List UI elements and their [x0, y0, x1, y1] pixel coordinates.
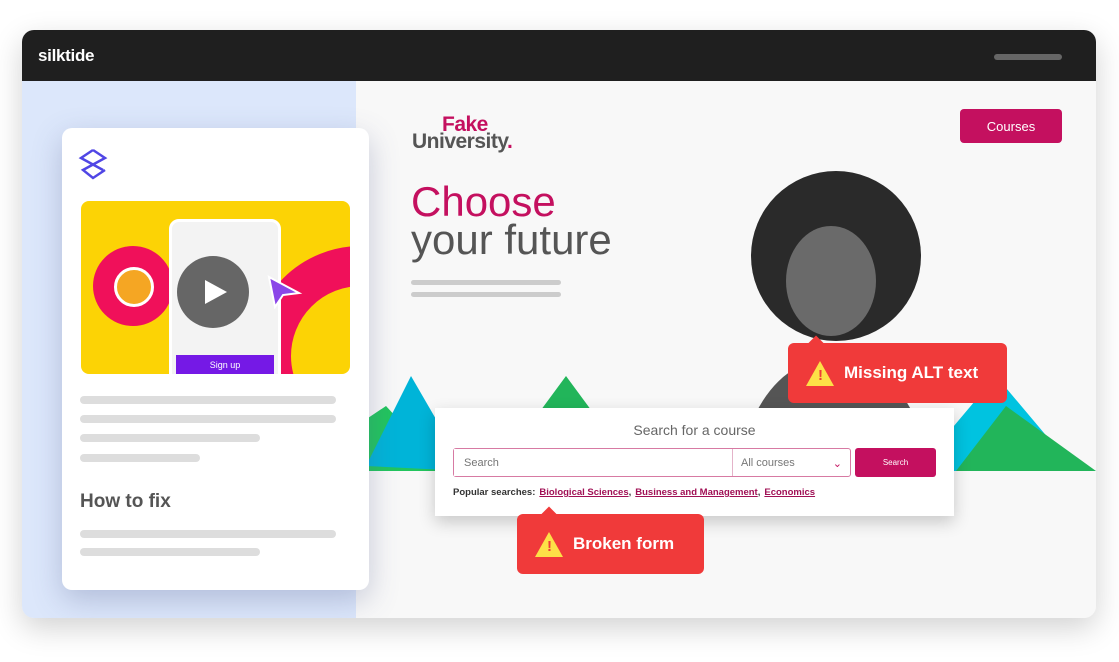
course-search-panel: Search for a course All courses⌄ Search … — [435, 408, 954, 516]
address-bar-placeholder — [994, 54, 1062, 60]
select-value: All courses — [741, 457, 795, 469]
university-logo[interactable]: Fake University. — [412, 114, 513, 152]
silktide-logo: silktide — [38, 46, 95, 65]
play-icon — [205, 280, 227, 304]
video-thumbnail[interactable]: Sign up — [81, 201, 350, 374]
issue-help-card: Sign up How to fix — [62, 128, 369, 590]
chevron-down-icon: ⌄ — [832, 458, 842, 470]
sign-up-button: Sign up — [176, 355, 274, 374]
headline: Choose your future — [411, 178, 612, 263]
text-placeholder — [80, 396, 336, 404]
search-button[interactable]: Search — [855, 448, 936, 477]
warning-icon: ! — [806, 360, 834, 386]
issue-label: Missing ALT text — [844, 363, 979, 382]
how-to-fix-heading: How to fix — [80, 491, 171, 512]
popular-label: Popular searches: — [453, 487, 536, 498]
missing-alt-issue-badge[interactable]: ! Missing ALT text — [788, 343, 1007, 403]
play-button[interactable] — [177, 256, 249, 328]
search-form: All courses ⌄ — [453, 448, 851, 477]
text-placeholder — [411, 280, 561, 285]
text-placeholder — [80, 434, 260, 442]
popular-link[interactable]: Biological Sciences — [539, 487, 628, 498]
title-bar: silktide — [22, 30, 1096, 81]
issue-label: Broken form — [573, 534, 675, 553]
search-title: Search for a course — [633, 422, 756, 438]
courses-button[interactable]: Courses — [960, 109, 1062, 143]
text-placeholder — [80, 415, 336, 423]
search-input[interactable] — [454, 449, 733, 476]
broken-form-issue-badge[interactable]: ! Broken form — [517, 514, 704, 574]
text-placeholder — [411, 292, 561, 297]
popular-searches: Popular searches: Biological Sciences, Bus… — [453, 487, 816, 498]
avatar — [114, 267, 154, 307]
text-placeholder — [80, 530, 336, 538]
silktide-s-icon — [78, 148, 108, 180]
warning-icon: ! — [535, 531, 563, 557]
text-placeholder — [80, 548, 260, 556]
popular-link[interactable]: Economics — [764, 487, 815, 498]
course-select[interactable]: All courses ⌄ — [733, 449, 850, 476]
text-placeholder — [80, 454, 200, 462]
cursor-icon — [267, 275, 303, 309]
popular-link[interactable]: Business and Management — [635, 487, 757, 498]
